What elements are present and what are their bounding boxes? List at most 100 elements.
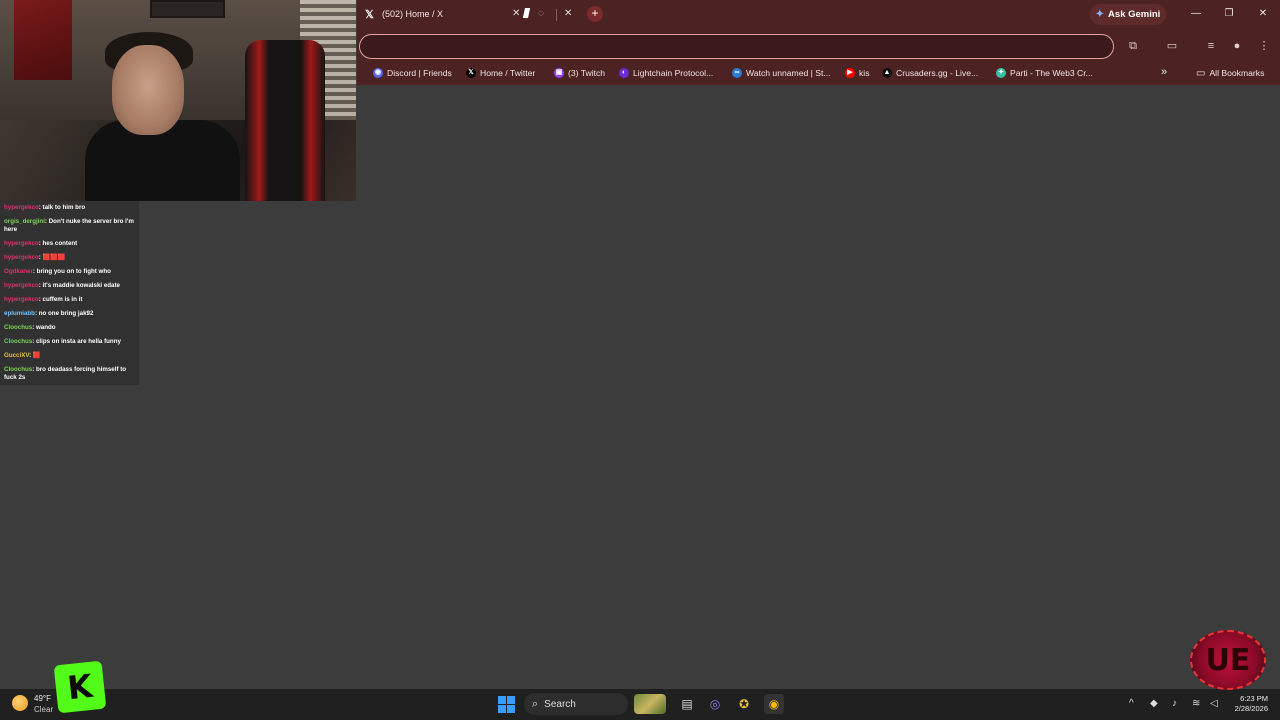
page-content: [357, 85, 1280, 689]
chat-username: orgis_dergjini: [4, 217, 45, 225]
bookmark-label: Parti - The Web3 Cr...: [1010, 68, 1093, 78]
cast-icon[interactable]: ▭: [1164, 38, 1180, 54]
ue-channel-logo: UE: [1190, 630, 1266, 690]
app-circle-icon[interactable]: ◎: [705, 694, 725, 714]
webcam-overlay: [0, 0, 356, 201]
bookmark-label: Lightchain Protocol...: [633, 68, 714, 78]
parti-icon: ✦: [996, 68, 1006, 78]
moon-weather-icon[interactable]: [12, 695, 28, 711]
ask-gemini-button[interactable]: ✦ Ask Gemini: [1090, 4, 1166, 25]
youtube-icon: ▶: [845, 68, 855, 78]
all-bookmarks-label: All Bookmarks: [1209, 68, 1265, 78]
search-highlight-image[interactable]: [634, 694, 666, 714]
address-bar[interactable]: [359, 34, 1114, 59]
chat-message: hypergekco: 🟥🟥🟥: [0, 251, 139, 265]
chat-message: hypergekco: it's maddie kowalski edate: [0, 279, 139, 293]
chat-username: Cloochus: [4, 365, 33, 373]
clock-time[interactable]: 6:23 PM: [1238, 694, 1268, 703]
chat-message: Ogdkaner: bring you on to fight who: [0, 265, 139, 279]
chat-message: hypergekco: cuffem is in it: [0, 293, 139, 307]
more-bookmarks-icon[interactable]: »: [1161, 66, 1167, 78]
close-window-button[interactable]: ✕: [1252, 6, 1274, 22]
tab-divider: [556, 9, 557, 21]
chat-text: : cuffem is in it: [38, 295, 83, 303]
taskbar-search[interactable]: ⌕ Search: [524, 693, 628, 715]
clock-date[interactable]: 2/28/2026: [1226, 704, 1268, 713]
bookmark-item[interactable]: ▶ kis: [845, 66, 870, 80]
bookmark-label: kis: [859, 68, 870, 78]
chat-text: : wando: [32, 323, 56, 331]
stream-chat: hypergekco: talk to him bro orgis_dergjin…: [0, 201, 139, 385]
bookmark-item[interactable]: ▲ Crusaders.gg - Live...: [882, 66, 978, 80]
weather-temperature[interactable]: 49°F: [34, 694, 51, 703]
chat-message: Cloochus: bro deadass forcing himself to…: [0, 363, 139, 385]
extensions-icon[interactable]: ⧉: [1125, 38, 1141, 54]
folder-icon: ▭: [1196, 67, 1206, 79]
chat-text: : talk to him bro: [38, 203, 86, 211]
bookmark-item[interactable]: ◐ Lightchain Protocol...: [619, 66, 713, 80]
bookmark-label: (3) Twitch: [568, 68, 606, 78]
chat-message: Cloochus: wando: [0, 321, 139, 335]
chat-username: Cloochus: [4, 337, 33, 345]
chat-username: eplumiabb: [4, 309, 35, 317]
x-logo-icon: 𝕏: [365, 9, 374, 21]
all-bookmarks-button[interactable]: ▭ All Bookmarks: [1196, 66, 1264, 80]
microphone-icon[interactable]: ♪: [1172, 697, 1177, 711]
x-logo-icon: 𝕏: [466, 68, 476, 78]
bookmark-item[interactable]: ✦ Parti - The Web3 Cr...: [996, 66, 1093, 80]
watch-icon: ∞: [732, 68, 742, 78]
tab-title: (502) Home / X: [382, 9, 444, 19]
weather-condition[interactable]: Clear: [34, 705, 53, 714]
chat-text: : 🟥🟥🟥: [38, 253, 66, 261]
search-label: Search: [544, 698, 576, 710]
bookmark-label: Watch unnamed | St...: [746, 68, 831, 78]
chat-username: hypergekco: [4, 253, 39, 261]
menu-icon[interactable]: ⋮: [1256, 38, 1272, 54]
bookmark-label: Home / Twitter: [480, 68, 536, 78]
bookmark-item[interactable]: 𝕏 Home / Twitter: [466, 66, 535, 80]
gemini-sparkle-icon: ✦: [1095, 9, 1105, 20]
chat-message: hypergekco: hes content: [0, 237, 139, 251]
bookmark-item[interactable]: ∞ Watch unnamed | St...: [732, 66, 831, 80]
wifi-icon[interactable]: ≋: [1192, 697, 1200, 711]
discord-icon: ◉: [373, 68, 383, 78]
lightchain-icon: ◐: [619, 68, 629, 78]
profile-avatar[interactable]: ●: [1229, 38, 1245, 54]
chat-text: : clips on insta are hella funny: [32, 337, 121, 345]
chat-text: : bring you on to fight who: [32, 267, 111, 275]
tray-app-icon[interactable]: ◆: [1150, 697, 1158, 711]
loading-icon[interactable]: ◌: [538, 8, 544, 20]
chat-username: hypergekco: [4, 295, 39, 303]
chat-text: : 🟥: [29, 351, 41, 359]
chat-text: : no one bring jak92: [34, 309, 94, 317]
chat-username: hypergekco: [4, 203, 39, 211]
app-game-icon[interactable]: ✪: [734, 694, 754, 714]
ask-gemini-label: Ask Gemini: [1108, 9, 1161, 20]
kick-logo: K: [53, 660, 107, 714]
file-explorer-icon[interactable]: ▤: [677, 694, 697, 714]
chat-text: : hes content: [38, 239, 78, 247]
close-tab-icon[interactable]: ✕: [512, 8, 522, 20]
close-tab-icon[interactable]: ✕: [564, 8, 572, 20]
show-hidden-icons-chevron-icon[interactable]: ^: [1129, 697, 1134, 711]
bookmark-item[interactable]: ◉ Discord | Friends: [373, 66, 452, 80]
twitch-icon: ▣: [554, 68, 564, 78]
chat-username: GucciXV: [4, 351, 30, 359]
chat-username: hypergekco: [4, 239, 39, 247]
chrome-icon[interactable]: ◉: [764, 694, 784, 714]
restore-button[interactable]: ❐: [1218, 6, 1240, 22]
minimize-button[interactable]: —: [1185, 6, 1207, 22]
search-icon: ⌕: [532, 697, 539, 710]
media-controls-icon[interactable]: ≡: [1203, 38, 1219, 54]
windows-start-icon[interactable]: [498, 696, 515, 713]
bookmark-label: Crusaders.gg - Live...: [896, 68, 979, 78]
chat-username: hypergekco: [4, 281, 39, 289]
volume-icon[interactable]: ◁: [1210, 697, 1218, 711]
chat-message: GucciXV: 🟥: [0, 349, 139, 363]
chat-username: Ogdkaner: [4, 267, 33, 275]
new-tab-button[interactable]: +: [587, 6, 603, 22]
bookmark-item[interactable]: ▣ (3) Twitch: [554, 66, 605, 80]
chat-message: eplumiabb: no one bring jak92: [0, 307, 139, 321]
chat-text: : it's maddie kowalski edate: [38, 281, 120, 289]
chat-message: orgis_dergjini: Don't nuke the server br…: [0, 215, 139, 237]
